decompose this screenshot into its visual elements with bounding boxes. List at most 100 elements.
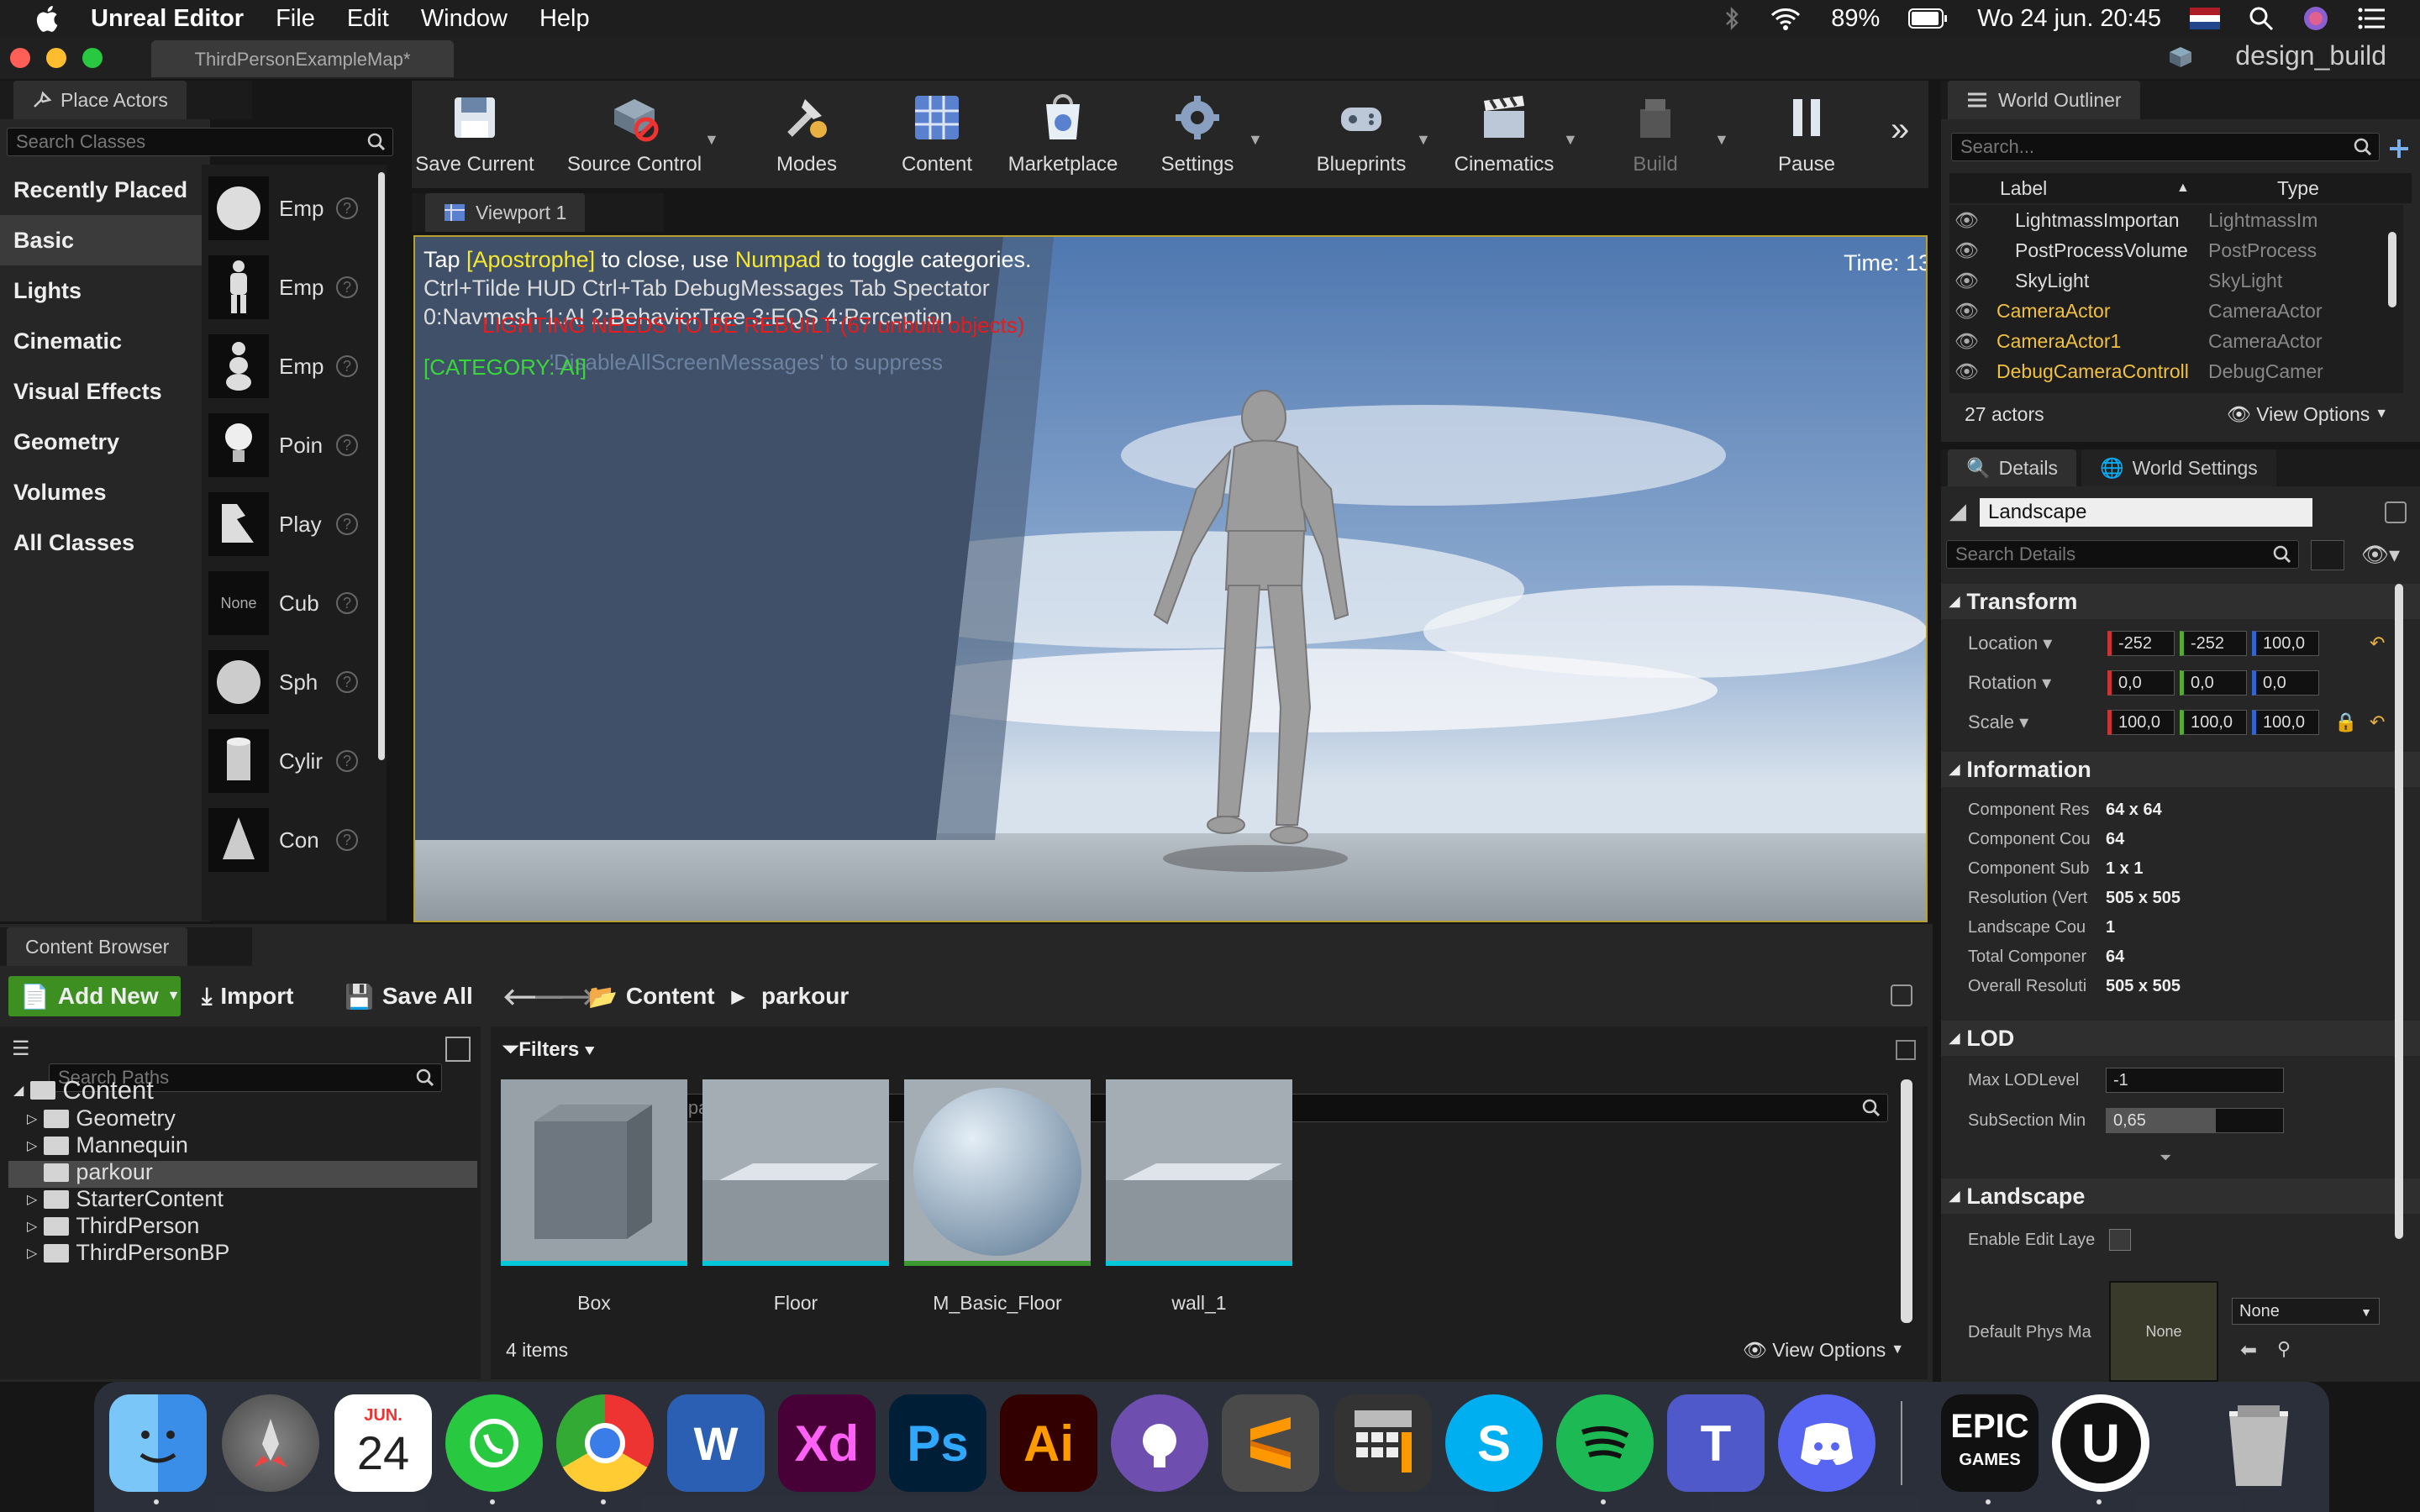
photoshop-icon[interactable]: Ps	[889, 1394, 986, 1492]
marketplace-button[interactable]: Marketplace	[1000, 81, 1126, 188]
level-document-tab[interactable]: ThirdPersonExampleMap*	[151, 40, 454, 77]
control-center-icon[interactable]	[2358, 7, 2386, 30]
tree-folder-third-person-bp[interactable]: ▷ ThirdPersonBP	[27, 1240, 229, 1266]
help-icon[interactable]: ?	[336, 197, 358, 219]
actor-item-cylinder[interactable]: Cylir?	[208, 727, 368, 795]
visibility-eye-icon[interactable]: 👁	[1954, 239, 1979, 262]
siri-icon[interactable]	[2302, 5, 2329, 32]
tab-world-settings[interactable]: 🌐 World Settings	[2081, 449, 2276, 486]
outliner-row[interactable]: 👁 SkyLight SkyLight	[1949, 265, 2403, 296]
calendar-icon[interactable]: JUN. 24	[334, 1394, 432, 1492]
tree-folder-starter-content[interactable]: ▷ StarterContent	[27, 1186, 224, 1212]
menu-clock[interactable]: Wo 24 jun. 20:45	[1977, 5, 2161, 33]
actor-item-sphere[interactable]: Sph?	[208, 648, 368, 716]
unreal-icon[interactable]: U	[2052, 1394, 2149, 1492]
outliner-row[interactable]: 👁 DebugCameraControll DebugCamer	[1949, 356, 2403, 386]
scale-x-field[interactable]: 100,0	[2107, 710, 2175, 735]
information-section-header[interactable]: ◢ Information	[1941, 752, 2420, 787]
filters-button[interactable]: ⏷Filters ▾	[502, 1038, 595, 1062]
actor-item-empty-actor[interactable]: Emp?	[208, 175, 368, 242]
enable-edit-layers-checkbox[interactable]	[2109, 1229, 2131, 1251]
outliner-row[interactable]: 👁 CameraActor1 CameraActor	[1949, 326, 2403, 356]
view-options-list-icon[interactable]	[445, 1037, 471, 1062]
reset-location-icon[interactable]: ↶	[2370, 633, 2385, 654]
landscape-section-header[interactable]: ◢ Landscape	[1941, 1179, 2420, 1214]
rotation-z-field[interactable]: 0,0	[2252, 670, 2319, 696]
bluetooth-icon[interactable]	[1723, 6, 1740, 31]
help-icon[interactable]: ?	[336, 355, 358, 377]
battery-icon[interactable]	[1908, 8, 1949, 29]
rotation-y-field[interactable]: 0,0	[2180, 670, 2247, 696]
add-new-button[interactable]: 📄 Add New ▼	[8, 976, 181, 1016]
flag-nl-icon[interactable]	[2190, 8, 2220, 29]
toggle-sources-icon[interactable]: ☰	[12, 1037, 30, 1061]
save-search-icon[interactable]	[1896, 1040, 1916, 1060]
actor-item-cone[interactable]: Con?	[208, 806, 368, 874]
history-forward-button[interactable]: 🡒	[533, 976, 596, 1016]
scale-dropdown[interactable]: Scale ▾	[1968, 711, 2028, 733]
actor-item-empty-character[interactable]: Emp?	[208, 254, 368, 321]
tree-folder-mannequin[interactable]: ▷ Mannequin	[27, 1132, 188, 1158]
tab-world-outliner[interactable]: World Outliner	[1948, 81, 2140, 119]
phys-material-thumbnail[interactable]: None	[2109, 1281, 2218, 1382]
menu-help[interactable]: Help	[539, 5, 590, 33]
reset-scale-icon[interactable]: ↶	[2370, 711, 2385, 733]
tree-folder-geometry[interactable]: ▷ Geometry	[27, 1105, 176, 1131]
launchpad-icon[interactable]	[222, 1394, 319, 1492]
asset-view-scrollbar[interactable]	[1901, 1079, 1912, 1323]
outliner-view-options-button[interactable]: 👁 View Options ▼	[2227, 403, 2388, 426]
sort-ascending-icon[interactable]: ▲	[2176, 181, 2190, 196]
rotation-x-field[interactable]: 0,0	[2107, 670, 2175, 696]
help-icon[interactable]: ?	[336, 592, 358, 614]
actor-item-empty-pawn[interactable]: Emp?	[208, 333, 368, 400]
menu-window[interactable]: Window	[421, 5, 508, 33]
illustrator-icon[interactable]: Ai	[1000, 1394, 1097, 1492]
subsection-slider[interactable]: 0,65	[2106, 1108, 2284, 1133]
settings-dropdown-icon[interactable]: ▼	[1248, 131, 1263, 149]
visibility-eye-icon[interactable]: 👁	[1954, 360, 1979, 383]
apple-icon[interactable]	[32, 3, 66, 34]
transform-section-header[interactable]: ◢ Transform	[1941, 584, 2420, 619]
visibility-eye-icon[interactable]: 👁	[1954, 330, 1979, 353]
visibility-filter-icon[interactable]: 👁▾	[2361, 542, 2400, 568]
trash-icon[interactable]	[2210, 1394, 2307, 1492]
actor-item-player-start[interactable]: Play?	[208, 491, 368, 558]
visibility-eye-icon[interactable]: 👁	[1954, 270, 1979, 292]
build-button[interactable]: Build	[1605, 81, 1706, 188]
cinematics-button[interactable]: Cinematics	[1441, 81, 1567, 188]
scale-y-field[interactable]: 100,0	[2180, 710, 2247, 735]
tree-root-content[interactable]: ◢ Content	[13, 1075, 154, 1105]
use-selected-arrow-icon[interactable]: ⬅	[2240, 1338, 2257, 1362]
settings-button[interactable]: Settings	[1143, 81, 1252, 188]
search-details-input[interactable]: Search Details	[1946, 540, 2299, 569]
visibility-eye-icon[interactable]: 👁	[1954, 300, 1979, 323]
scale-z-field[interactable]: 100,0	[2252, 710, 2319, 735]
calculator-icon[interactable]	[1334, 1394, 1432, 1492]
modes-button[interactable]: Modes	[752, 81, 861, 188]
breadcrumb-separator-icon[interactable]: ▶	[732, 986, 744, 1007]
browse-magnifier-icon[interactable]: ⚲	[2277, 1338, 2291, 1360]
breadcrumb-parkour[interactable]: parkour	[761, 983, 849, 1010]
asset-view-options-button[interactable]: 👁 View Options ▼	[1743, 1339, 1904, 1362]
whatsapp-icon[interactable]	[445, 1394, 543, 1492]
menu-file[interactable]: File	[276, 5, 315, 33]
menu-edit[interactable]: Edit	[347, 5, 389, 33]
zoom-window-button[interactable]	[82, 48, 103, 68]
github-icon[interactable]	[1111, 1394, 1208, 1492]
category-cinematic[interactable]: Cinematic	[0, 316, 202, 366]
teams-icon[interactable]: T	[1667, 1394, 1765, 1492]
epic-games-icon[interactable]: EPIC GAMES	[1941, 1394, 2039, 1492]
help-icon[interactable]: ?	[336, 829, 358, 851]
skype-icon[interactable]: S	[1445, 1394, 1543, 1492]
menu-app-name[interactable]: Unreal Editor	[91, 5, 244, 33]
level-viewport[interactable]: Tap [Apostrophe] to close, use Numpad to…	[413, 235, 1928, 922]
outliner-row[interactable]: 👁 LightmassImportan LightmassIm	[1949, 205, 2403, 235]
outliner-add-icon[interactable]	[2386, 136, 2412, 161]
word-icon[interactable]: W	[667, 1394, 765, 1492]
tab-place-actors[interactable]: Place Actors	[13, 81, 187, 119]
outliner-row[interactable]: 👁 PostProcessVolume PostProcess	[1949, 235, 2403, 265]
outliner-search-input[interactable]: Search...	[1951, 133, 2380, 161]
actor-name-field[interactable]: Landscape	[1980, 498, 2312, 527]
category-all-classes[interactable]: All Classes	[0, 517, 202, 568]
help-icon[interactable]: ?	[336, 671, 358, 693]
